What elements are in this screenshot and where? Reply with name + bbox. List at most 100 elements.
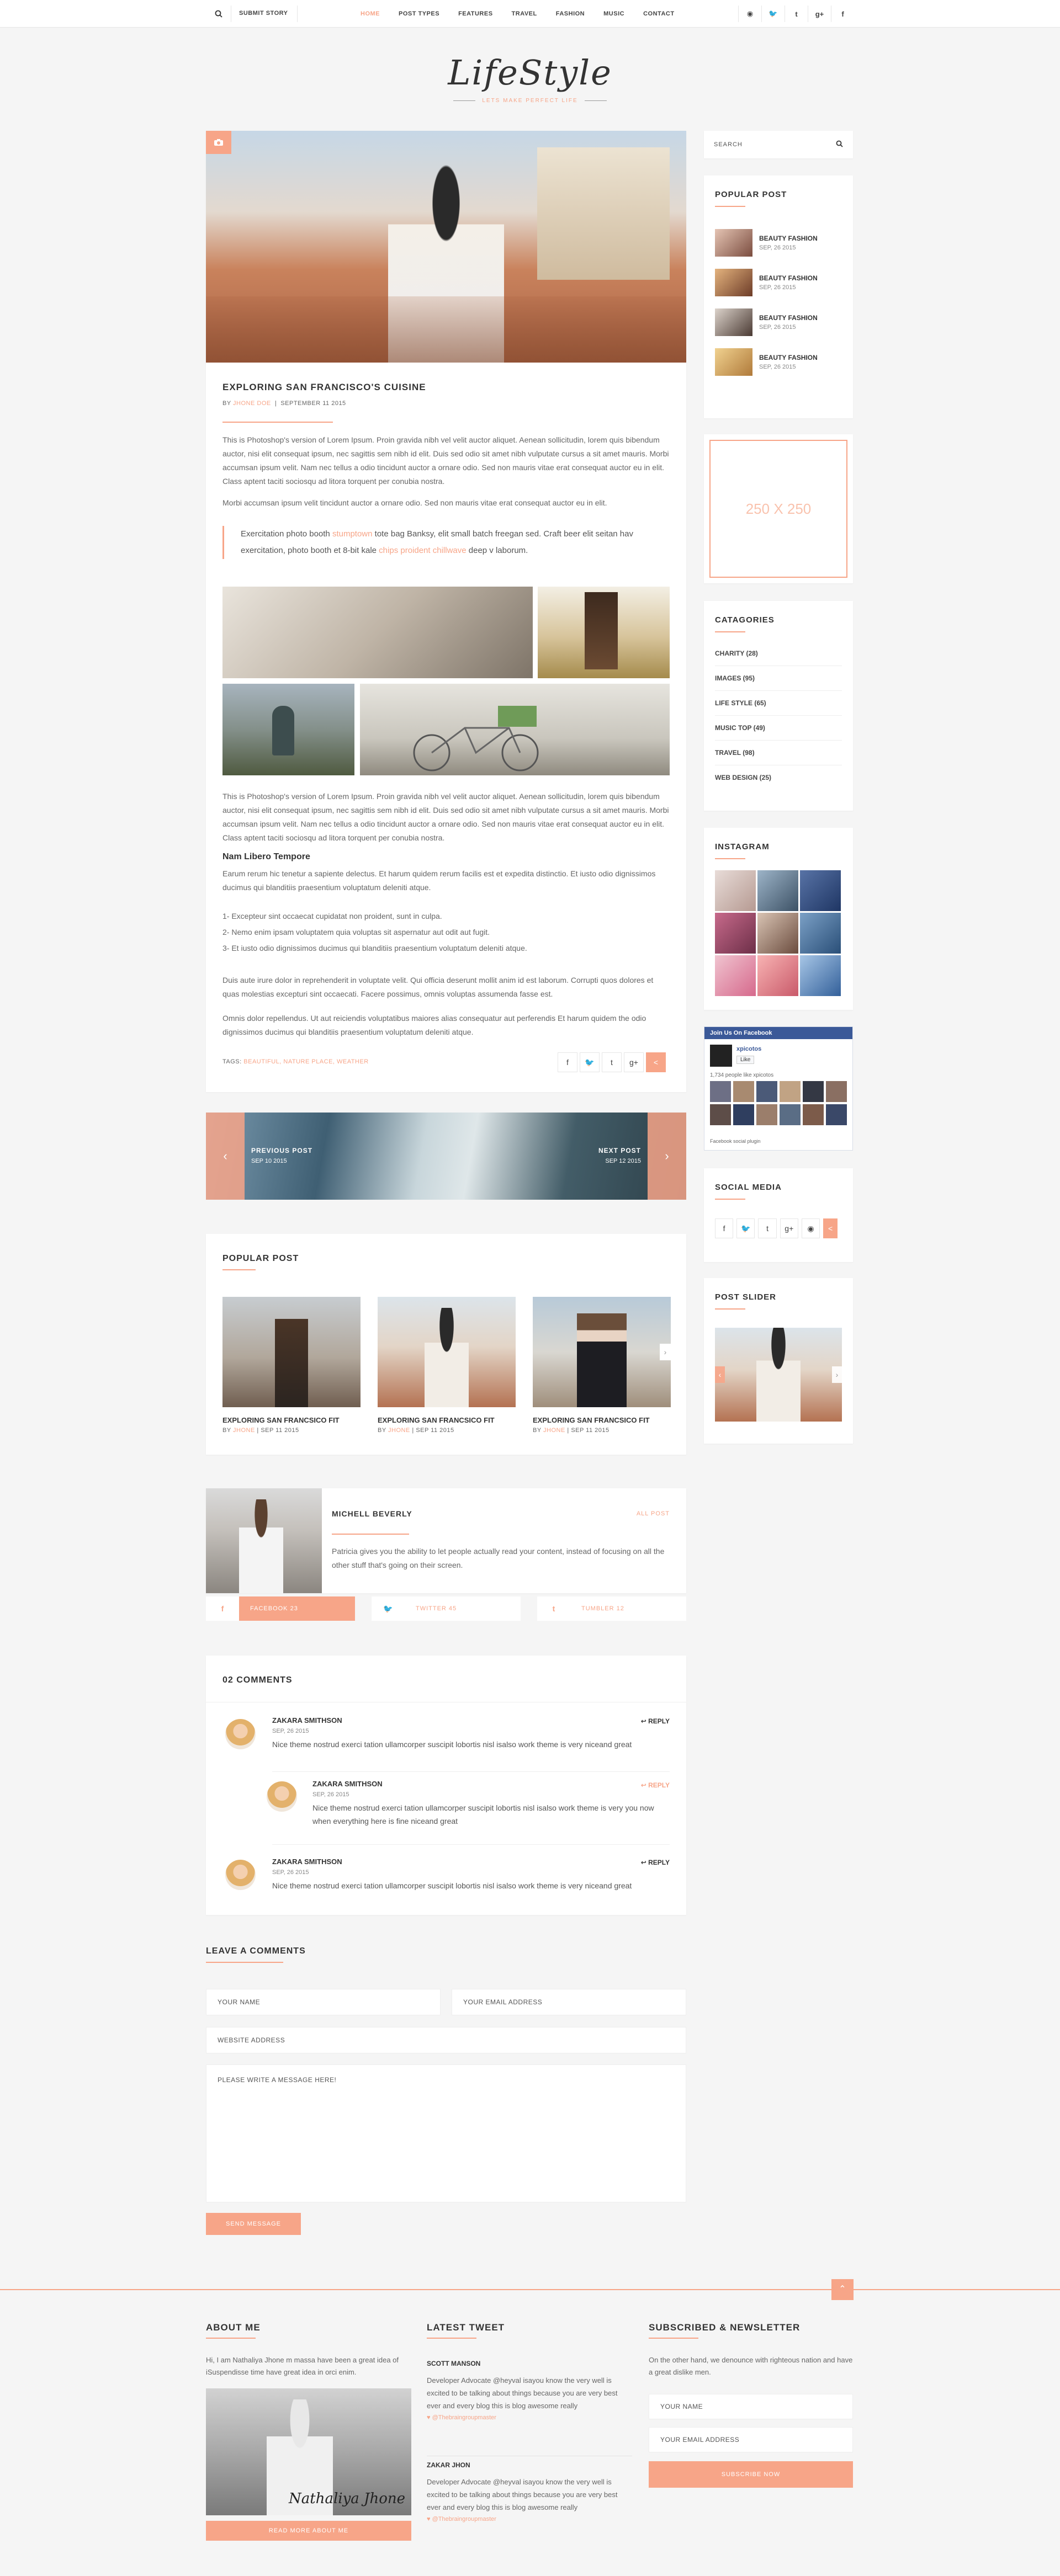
all-posts-link[interactable]: ALL POST — [637, 1510, 670, 1517]
popular-title-2[interactable]: EXPLORING SAN FRANCSICO FIT — [378, 1416, 495, 1424]
reply-button[interactable]: ↩ REPLY — [641, 1781, 670, 1789]
popular-author-2[interactable]: JHONE — [388, 1427, 410, 1434]
instagram-photo[interactable] — [715, 870, 756, 911]
instagram-photo[interactable] — [715, 913, 756, 954]
sidebar-search[interactable]: SEARCH — [704, 131, 853, 158]
sidebar-post[interactable]: BEAUTY FASHION SEP, 26 2015 — [715, 229, 842, 257]
reply-button[interactable]: ↩ REPLY — [641, 1859, 670, 1866]
popular-next-icon[interactable]: › — [660, 1344, 671, 1360]
social-googleplus-icon[interactable]: g+ — [780, 1218, 798, 1238]
share-facebook-icon[interactable]: f — [558, 1052, 577, 1072]
sidebar-post[interactable]: BEAUTY FASHION SEP, 26 2015 — [715, 308, 842, 336]
category-charity[interactable]: CHARITY (28) — [715, 641, 842, 666]
message-textarea[interactable]: PLEASE WRITE A MESSAGE HERE! — [206, 2064, 686, 2202]
gallery-image-3[interactable] — [222, 684, 354, 775]
nav-music[interactable]: MUSIC — [603, 10, 624, 17]
hero-rooftops — [206, 296, 686, 363]
sidebar-underline — [715, 631, 745, 632]
nav-contact[interactable]: CONTACT — [643, 10, 674, 17]
search-icon[interactable] — [206, 6, 231, 22]
category-life-style[interactable]: LIFE STYLE (65) — [715, 691, 842, 716]
category-images[interactable]: IMAGES (95) — [715, 666, 842, 691]
site-logo[interactable]: LifeStyle — [0, 52, 1060, 93]
instagram-photo[interactable] — [757, 913, 798, 954]
slider-prev-icon[interactable]: ‹ — [715, 1366, 725, 1383]
author-twitter-button[interactable]: 🐦 TWITTER 45 — [372, 1596, 521, 1621]
tweet-handle[interactable]: ♥ @Thebraingroupmaster — [427, 2516, 632, 2522]
footer-about-text: Hi, I am Nathaliya Jhone m massa have be… — [206, 2356, 399, 2376]
facebook-like-button[interactable]: Like — [736, 1056, 755, 1064]
newsletter-name-input[interactable]: YOUR NAME — [649, 2394, 853, 2419]
quote-link-1[interactable]: stumptown — [332, 529, 373, 539]
reply-button[interactable]: ↩ REPLY — [641, 1717, 670, 1725]
popular-author-1[interactable]: JHONE — [233, 1427, 255, 1434]
slider-image[interactable]: ‹ › — [715, 1328, 842, 1422]
share-googleplus-icon[interactable]: g+ — [624, 1052, 644, 1072]
gallery-image-1[interactable] — [222, 587, 533, 678]
popular-title-3[interactable]: EXPLORING SAN FRANCSICO FIT — [533, 1416, 650, 1424]
nav-fashion[interactable]: FASHION — [556, 10, 585, 17]
email-input[interactable]: YOUR EMAIL ADDRESS — [452, 1989, 686, 2015]
submit-story-link[interactable]: SUBMIT STORY — [231, 6, 298, 22]
social-facebook-icon[interactable]: f — [715, 1218, 734, 1238]
scroll-top-icon[interactable]: ⌃ — [831, 2279, 854, 2300]
popular-image-1[interactable] — [222, 1297, 361, 1407]
popular-image-2[interactable] — [378, 1297, 516, 1407]
tumblr-icon[interactable]: t — [785, 6, 808, 22]
read-more-button[interactable]: READ MORE ABOUT ME — [206, 2521, 411, 2541]
social-rss-icon[interactable]: ◉ — [801, 1218, 820, 1238]
category-travel[interactable]: TRAVEL (98) — [715, 741, 842, 765]
sidebar-ad[interactable]: 250 X 250 — [704, 434, 853, 583]
author-name[interactable]: MICHELL BEVERLY — [332, 1509, 412, 1518]
rss-icon[interactable]: ◉ — [738, 6, 761, 22]
next-post-label[interactable]: NEXT POST — [598, 1147, 641, 1154]
googleplus-icon[interactable]: g+ — [808, 6, 831, 22]
tags-list[interactable]: BEAUTIFUL, NATURE PLACE, WEATHER — [243, 1058, 368, 1065]
post-title[interactable]: EXPLORING SAN FRANCISCO'S CUISINE — [222, 382, 426, 393]
social-twitter-icon[interactable]: 🐦 — [736, 1218, 755, 1238]
social-share-icon[interactable]: < — [823, 1218, 838, 1238]
instagram-photo[interactable] — [800, 870, 841, 911]
send-message-button[interactable]: SEND MESSAGE — [206, 2213, 301, 2235]
popular-author-3[interactable]: JHONE — [543, 1427, 565, 1434]
popular-image-3[interactable]: › — [533, 1297, 671, 1407]
sidebar-post[interactable]: BEAUTY FASHION SEP, 26 2015 — [715, 348, 842, 376]
gallery-image-2[interactable] — [538, 587, 670, 678]
slider-next-icon[interactable]: › — [832, 1366, 842, 1383]
category-web-design[interactable]: WEB DESIGN (25) — [715, 765, 842, 790]
nav-travel[interactable]: TRAVEL — [512, 10, 537, 17]
facebook-page-name[interactable]: xpicotos — [736, 1046, 761, 1052]
subscribe-button[interactable]: SUBSCRIBE NOW — [649, 2461, 853, 2488]
post-author[interactable]: JHONE DOE — [233, 400, 271, 407]
popular-meta-3: BY JHONE | SEP 11 2015 — [533, 1427, 610, 1434]
prev-post-label[interactable]: PREVIOUS POST — [251, 1147, 312, 1154]
facebook-icon[interactable]: f — [831, 6, 854, 22]
newsletter-email-input[interactable]: YOUR EMAIL ADDRESS — [649, 2427, 853, 2452]
share-tumblr-icon[interactable]: t — [602, 1052, 622, 1072]
next-arrow-icon[interactable]: › — [648, 1113, 686, 1200]
nav-features[interactable]: FEATURES — [458, 10, 492, 17]
website-input[interactable]: WEBSITE ADDRESS — [206, 2027, 686, 2053]
prev-arrow-icon[interactable]: ‹ — [206, 1113, 245, 1200]
nav-post-types[interactable]: POST TYPES — [399, 10, 439, 17]
name-input[interactable]: YOUR NAME — [206, 1989, 441, 2015]
instagram-photo[interactable] — [800, 913, 841, 954]
quote-link-2[interactable]: chips proident chillwave — [379, 546, 466, 555]
author-tumblr-button[interactable]: t TUMBLER 12 — [537, 1596, 686, 1621]
search-icon[interactable] — [836, 140, 843, 149]
instagram-photo[interactable] — [800, 955, 841, 996]
twitter-icon[interactable]: 🐦 — [761, 6, 785, 22]
nav-home[interactable]: HOME — [361, 10, 380, 17]
popular-title-1[interactable]: EXPLORING SAN FRANCSICO FIT — [222, 1416, 340, 1424]
instagram-photo[interactable] — [757, 955, 798, 996]
gallery-image-4[interactable] — [360, 684, 670, 775]
instagram-photo[interactable] — [715, 955, 756, 996]
tweet-handle[interactable]: ♥ @Thebraingroupmaster — [427, 2414, 632, 2421]
author-facebook-button[interactable]: f FACEBOOK 23 — [206, 1596, 355, 1621]
sidebar-post[interactable]: BEAUTY FASHION SEP, 26 2015 — [715, 269, 842, 296]
category-music-top[interactable]: MUSIC TOP (49) — [715, 716, 842, 741]
share-twitter-icon[interactable]: 🐦 — [580, 1052, 600, 1072]
social-tumblr-icon[interactable]: t — [758, 1218, 777, 1238]
instagram-photo[interactable] — [757, 870, 798, 911]
share-icon[interactable]: < — [646, 1052, 666, 1072]
